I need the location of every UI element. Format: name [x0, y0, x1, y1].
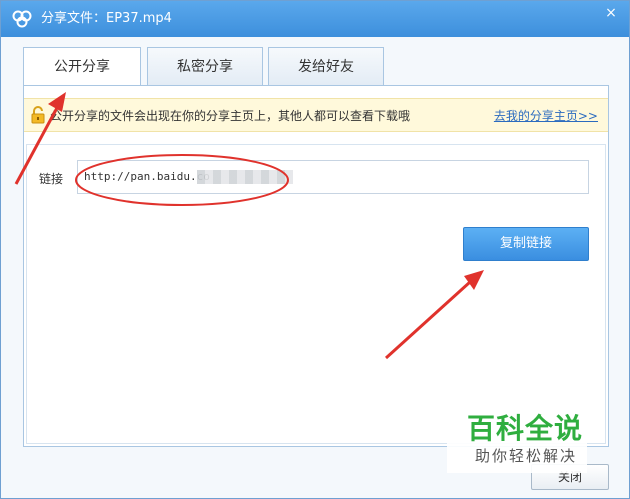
lock-icon — [31, 106, 45, 124]
watermark-logo: 百科全说 助你轻松解决 — [447, 411, 587, 473]
share-dialog: 分享文件：EP37.mp4 × 公开分享 私密分享 发给好友 公开分享的文件会出… — [0, 0, 630, 499]
notice-bar: 公开分享的文件会出现在你的分享主页上，其他人都可以查看下载哦 去我的分享主页>> — [24, 98, 608, 132]
link-section: 链接 http://pan.baidu.co 复制链接 — [26, 144, 606, 444]
link-label: 链接 — [39, 172, 64, 186]
copy-link-button[interactable]: 复制链接 — [463, 227, 589, 261]
titlebar: 分享文件：EP37.mp4 × — [1, 1, 629, 37]
watermark-title: 百科全说 — [467, 412, 584, 445]
watermark-subtitle: 助你轻松解决 — [475, 447, 578, 465]
window-title: 分享文件：EP37.mp4 — [41, 11, 172, 26]
baidu-cloud-logo-icon — [12, 10, 32, 28]
share-link-value: http://pan.baidu.co — [84, 170, 210, 183]
tab-public-share[interactable]: 公开分享 — [23, 47, 141, 86]
share-link-field[interactable]: http://pan.baidu.co — [77, 160, 589, 194]
my-share-page-link[interactable]: 去我的分享主页>> — [494, 108, 598, 124]
share-panel: 公开分享的文件会出现在你的分享主页上，其他人都可以查看下载哦 去我的分享主页>>… — [23, 85, 609, 447]
close-icon[interactable]: × — [603, 5, 619, 21]
notice-text: 公开分享的文件会出现在你的分享主页上，其他人都可以查看下载哦 — [50, 109, 411, 123]
tab-send-to-friend[interactable]: 发给好友 — [268, 47, 384, 85]
redacted-link-part — [197, 170, 293, 184]
tab-private-share[interactable]: 私密分享 — [147, 47, 263, 85]
